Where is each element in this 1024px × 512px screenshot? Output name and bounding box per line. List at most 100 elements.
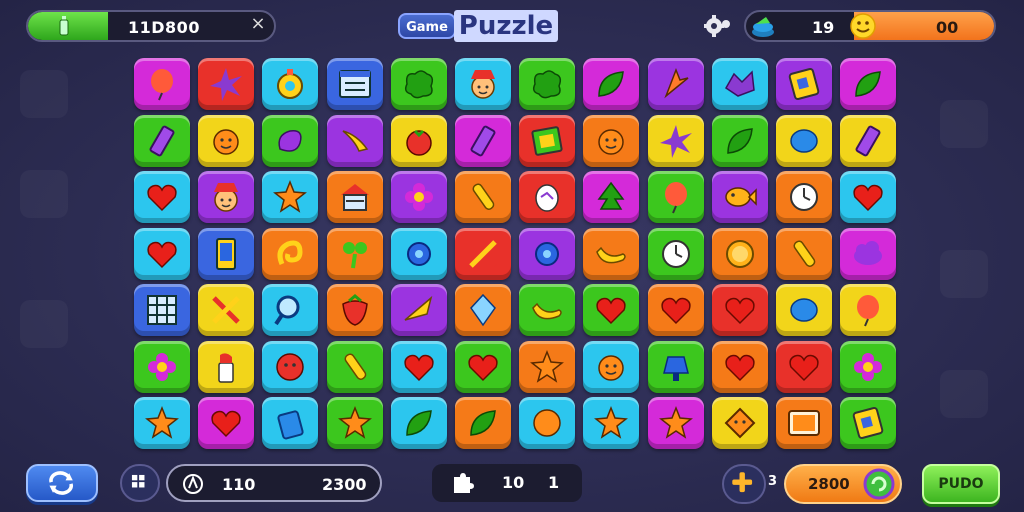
- board-tile[interactable]: [134, 397, 190, 449]
- board-tile[interactable]: [840, 284, 896, 336]
- board-tile[interactable]: [519, 397, 575, 449]
- smiley-icon: [850, 13, 876, 39]
- board-tile[interactable]: [712, 397, 768, 449]
- board-tile[interactable]: [840, 341, 896, 393]
- board-tile[interactable]: [648, 341, 704, 393]
- board-tile[interactable]: [648, 284, 704, 336]
- board-tile[interactable]: [776, 171, 832, 223]
- tomato-icon: [406, 129, 432, 156]
- board-tile[interactable]: [391, 341, 447, 393]
- board-tile[interactable]: [134, 228, 190, 280]
- board-tile[interactable]: [198, 341, 254, 393]
- board-tile[interactable]: [198, 397, 254, 449]
- board-tile[interactable]: [455, 228, 511, 280]
- board-tile[interactable]: [262, 341, 318, 393]
- board-tile[interactable]: [262, 284, 318, 336]
- board-tile[interactable]: [648, 228, 704, 280]
- add-button[interactable]: [722, 464, 766, 504]
- board-tile[interactable]: [198, 58, 254, 110]
- board-tile[interactable]: [840, 171, 896, 223]
- board-tile[interactable]: [519, 115, 575, 167]
- tree-icon: [597, 181, 625, 210]
- board-tile[interactable]: [583, 397, 639, 449]
- board-tile[interactable]: [391, 284, 447, 336]
- board-tile[interactable]: [455, 115, 511, 167]
- board-tile[interactable]: [391, 58, 447, 110]
- board-tile[interactable]: [583, 341, 639, 393]
- board-tile[interactable]: [712, 341, 768, 393]
- board-tile[interactable]: [262, 58, 318, 110]
- board-tile[interactable]: [262, 228, 318, 280]
- house-icon: [341, 184, 369, 211]
- coins-value: 19: [812, 18, 835, 37]
- grid-button[interactable]: [120, 464, 160, 502]
- board-tile[interactable]: [391, 171, 447, 223]
- orange-face-icon: [598, 355, 624, 381]
- board-tile[interactable]: [840, 58, 896, 110]
- board-tile[interactable]: [198, 228, 254, 280]
- board-tile[interactable]: [327, 284, 383, 336]
- board-tile[interactable]: [198, 171, 254, 223]
- gear-icon: [407, 242, 431, 266]
- board-tile[interactable]: [455, 284, 511, 336]
- board-tile[interactable]: [327, 341, 383, 393]
- board-tile[interactable]: [583, 228, 639, 280]
- board-tile[interactable]: [648, 115, 704, 167]
- board-tile[interactable]: [198, 284, 254, 336]
- board-tile[interactable]: [648, 397, 704, 449]
- board-tile[interactable]: [134, 58, 190, 110]
- board-tile[interactable]: [134, 115, 190, 167]
- board-tile[interactable]: [519, 228, 575, 280]
- board-tile[interactable]: [134, 284, 190, 336]
- board-tile[interactable]: [327, 171, 383, 223]
- board-tile[interactable]: [776, 284, 832, 336]
- board-tile[interactable]: [776, 228, 832, 280]
- play-button[interactable]: PUDO: [922, 464, 1000, 504]
- board-tile[interactable]: [327, 228, 383, 280]
- board-tile[interactable]: [712, 228, 768, 280]
- board-tile[interactable]: [583, 115, 639, 167]
- board-tile[interactable]: [262, 397, 318, 449]
- board-tile[interactable]: [840, 228, 896, 280]
- board-tile[interactable]: [134, 341, 190, 393]
- board-tile[interactable]: [327, 58, 383, 110]
- board-tile[interactable]: [327, 397, 383, 449]
- board-tile[interactable]: [712, 115, 768, 167]
- board-tile[interactable]: [391, 228, 447, 280]
- bonus-button[interactable]: 2800: [784, 464, 902, 504]
- board-tile[interactable]: [519, 171, 575, 223]
- board-tile[interactable]: [519, 58, 575, 110]
- board-tile[interactable]: [455, 58, 511, 110]
- board-tile[interactable]: [712, 171, 768, 223]
- board-tile[interactable]: [776, 58, 832, 110]
- board-tile[interactable]: [712, 284, 768, 336]
- board-tile[interactable]: [840, 397, 896, 449]
- board-tile[interactable]: [262, 115, 318, 167]
- board-tile[interactable]: [198, 115, 254, 167]
- crossed-icon: [212, 296, 240, 324]
- board-tile[interactable]: [262, 171, 318, 223]
- board-tile[interactable]: [391, 115, 447, 167]
- board-tile[interactable]: [455, 397, 511, 449]
- board-tile[interactable]: [583, 171, 639, 223]
- board-tile[interactable]: [519, 341, 575, 393]
- board-tile[interactable]: [519, 284, 575, 336]
- close-button[interactable]: ×: [248, 14, 268, 34]
- board-tile[interactable]: [134, 171, 190, 223]
- board-tile[interactable]: [776, 341, 832, 393]
- board-tile[interactable]: [840, 115, 896, 167]
- board-tile[interactable]: [455, 341, 511, 393]
- leaf-icon: [727, 128, 753, 154]
- shuffle-button[interactable]: [26, 464, 98, 502]
- board-tile[interactable]: [776, 115, 832, 167]
- board-tile[interactable]: [648, 58, 704, 110]
- board-tile[interactable]: [776, 397, 832, 449]
- board-tile[interactable]: [583, 58, 639, 110]
- board-tile[interactable]: [391, 397, 447, 449]
- gear-icon[interactable]: [704, 14, 732, 38]
- board-tile[interactable]: [327, 115, 383, 167]
- board-tile[interactable]: [712, 58, 768, 110]
- board-tile[interactable]: [455, 171, 511, 223]
- board-tile[interactable]: [648, 171, 704, 223]
- board-tile[interactable]: [583, 284, 639, 336]
